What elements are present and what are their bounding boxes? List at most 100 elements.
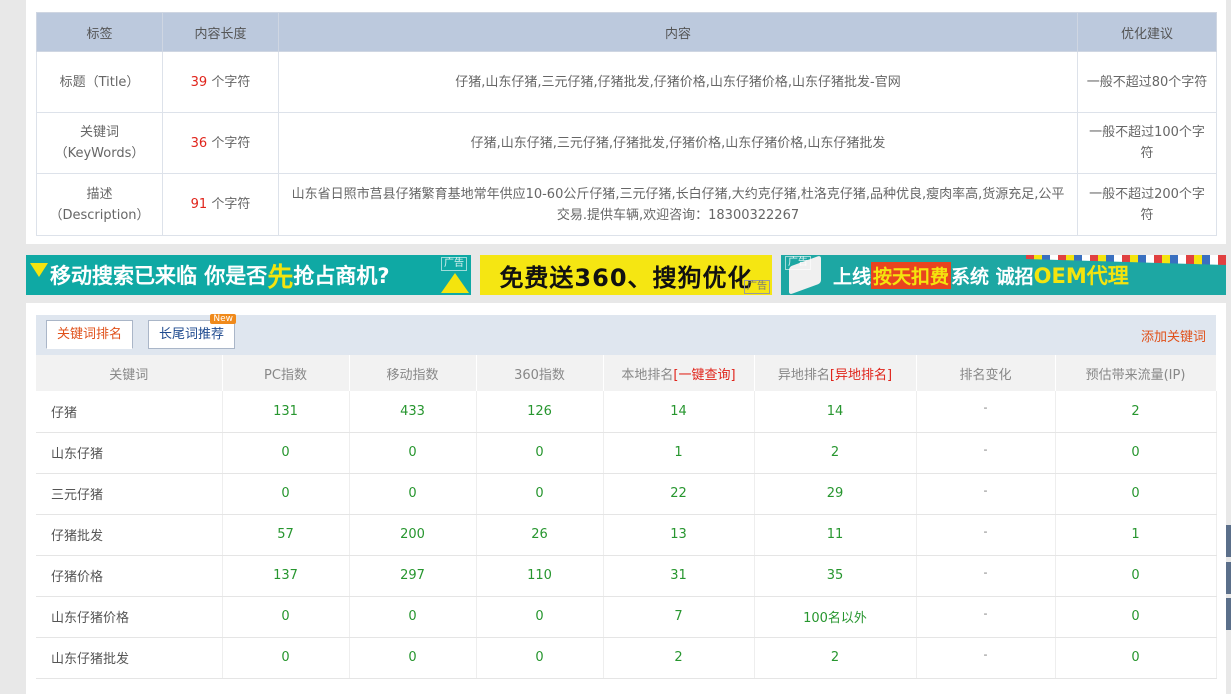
triangle-icon bbox=[441, 273, 469, 293]
meta-content: 仔猪,山东仔猪,三元仔猪,仔猪批发,仔猪价格,山东仔猪价格,山东仔猪批发 bbox=[278, 112, 1078, 174]
meta-length-value: 36 bbox=[190, 135, 208, 151]
meta-header-content: 内容 bbox=[278, 12, 1078, 52]
meta-row-title: 标题（Title） 39 个字符 仔猪,山东仔猪,三元仔猪,仔猪批发,仔猪价格,… bbox=[36, 51, 1217, 113]
side-float-tab[interactable] bbox=[1226, 525, 1231, 557]
meta-label: 关键词 （KeyWords） bbox=[36, 112, 163, 174]
cell-360: 110 bbox=[476, 555, 604, 597]
ad-tag: 广告 bbox=[785, 256, 811, 270]
cell-mobile: 0 bbox=[349, 596, 477, 638]
meta-label-text: 标题（Title） bbox=[59, 74, 140, 90]
cell-keyword: 仔猪 bbox=[36, 391, 223, 433]
side-float-tab[interactable] bbox=[1226, 598, 1231, 630]
ad-text-highlight: 按天扣费 bbox=[871, 261, 952, 289]
cell-local: 22 bbox=[603, 473, 755, 515]
cell-traffic: 0 bbox=[1055, 555, 1217, 597]
cell-mobile: 200 bbox=[349, 514, 477, 556]
meta-label-text: 描述 bbox=[86, 186, 113, 202]
cell-traffic: 0 bbox=[1055, 473, 1217, 515]
col-local-rank: 本地排名[一键查询] bbox=[603, 355, 755, 391]
meta-length-unit: 个字符 bbox=[211, 135, 251, 151]
cell-local: 14 bbox=[603, 391, 755, 433]
col-remote-rank-label: 异地排名 bbox=[777, 367, 830, 383]
tab-bar: 关键词排名 长尾词推荐 New 添加关键词 bbox=[36, 314, 1216, 355]
cell-change: - bbox=[916, 596, 1056, 638]
cell-remote: 35 bbox=[754, 555, 917, 597]
tab-label: 长尾词推荐 bbox=[159, 327, 225, 342]
table-row: 三元仔猪 0 0 0 22 29 - 0 bbox=[36, 473, 1217, 515]
cell-pc: 57 bbox=[222, 514, 350, 556]
tab-long-tail-keywords[interactable]: 长尾词推荐 New bbox=[148, 314, 237, 349]
side-float-tab[interactable] bbox=[1226, 562, 1231, 594]
cell-remote: 2 bbox=[754, 432, 917, 474]
tab-keyword-ranking[interactable]: 关键词排名 bbox=[46, 320, 134, 349]
cell-traffic: 1 bbox=[1055, 514, 1217, 556]
keyword-table: 关键词 PC指数 移动指数 360指数 本地排名[一键查询] 异地排名[异地排名… bbox=[36, 355, 1217, 679]
meta-label: 标题（Title） bbox=[36, 51, 163, 113]
cell-local: 31 bbox=[603, 555, 755, 597]
table-row: 山东仔猪批发 0 0 0 2 2 - 0 bbox=[36, 637, 1217, 679]
keyword-ranking-panel: 关键词排名 长尾词推荐 New 添加关键词 关键词 PC指数 移动指数 360指… bbox=[26, 303, 1226, 694]
ad-text-part: 抢占商机? bbox=[293, 264, 390, 288]
cell-remote: 14 bbox=[754, 391, 917, 433]
meta-length: 91 个字符 bbox=[162, 173, 279, 236]
new-badge: New bbox=[210, 314, 237, 324]
col-rank-change: 排名变化 bbox=[916, 355, 1056, 391]
cell-local: 1 bbox=[603, 432, 755, 474]
ad-banner-free-optimization[interactable]: 免费送360、搜狗优化 广告 bbox=[480, 255, 772, 295]
ad-text-part: 系统 诚招 bbox=[951, 265, 1034, 288]
col-remote-rank: 异地排名[异地排名] bbox=[754, 355, 917, 391]
cell-local: 13 bbox=[603, 514, 755, 556]
ad-banner-oem-agent[interactable]: 上线 按天扣费 系统 诚招 OEM代理 广告 bbox=[781, 255, 1226, 295]
cell-keyword: 山东仔猪批发 bbox=[36, 637, 223, 679]
cell-traffic: 0 bbox=[1055, 637, 1217, 679]
ad-banner-text: 上线 按天扣费 系统 诚招 OEM代理 bbox=[781, 255, 1226, 295]
col-local-rank-label: 本地排名 bbox=[621, 367, 674, 383]
ad-banner-text: 免费送360、搜狗优化 bbox=[499, 263, 753, 292]
cell-remote: 29 bbox=[754, 473, 917, 515]
meta-advice: 一般不超过80个字符 bbox=[1077, 51, 1217, 113]
cell-mobile: 0 bbox=[349, 637, 477, 679]
cell-change: - bbox=[916, 637, 1056, 679]
cell-360: 0 bbox=[476, 473, 604, 515]
meta-length-unit: 个字符 bbox=[211, 74, 251, 90]
cell-360: 0 bbox=[476, 596, 604, 638]
table-row: 山东仔猪 0 0 0 1 2 - 0 bbox=[36, 432, 1217, 474]
ad-banner-mobile-search[interactable]: 移动搜索已来临 你是否先抢占商机? 广告 bbox=[26, 255, 471, 295]
add-keyword-link[interactable]: 添加关键词 bbox=[1141, 326, 1206, 345]
seo-meta-panel: 标签 内容长度 内容 优化建议 标题（Title） 39 个字符 仔猪,山东仔猪… bbox=[26, 0, 1226, 244]
cell-360: 0 bbox=[476, 637, 604, 679]
meta-content: 山东省日照市莒县仔猪繁育基地常年供应10-60公斤仔猪,三元仔猪,长白仔猪,大约… bbox=[278, 173, 1078, 236]
cell-change: - bbox=[916, 514, 1056, 556]
cell-mobile: 433 bbox=[349, 391, 477, 433]
cell-pc: 0 bbox=[222, 473, 350, 515]
meta-row-description: 描述 （Description） 91 个字符 山东省日照市莒县仔猪繁育基地常年供… bbox=[36, 173, 1217, 236]
remote-rank-link[interactable]: [异地排名] bbox=[830, 368, 892, 383]
cell-local: 7 bbox=[603, 596, 755, 638]
one-click-query-link[interactable]: [一键查询] bbox=[673, 368, 735, 383]
meta-advice: 一般不超过100个字符 bbox=[1077, 112, 1217, 174]
meta-label-sub: （Description） bbox=[49, 207, 150, 223]
table-row: 仔猪批发 57 200 26 13 11 - 1 bbox=[36, 514, 1217, 556]
table-row: 仔猪价格 137 297 110 31 35 - 0 bbox=[36, 555, 1217, 597]
meta-label-sub: （KeyWords） bbox=[54, 146, 145, 161]
ad-text-part: 移动搜索已来临 你是否 bbox=[50, 264, 268, 288]
meta-row-keywords: 关键词 （KeyWords） 36 个字符 仔猪,山东仔猪,三元仔猪,仔猪批发,仔… bbox=[36, 112, 1217, 174]
ad-tag: 广告 bbox=[441, 257, 467, 271]
ad-tag: 广告 bbox=[744, 280, 770, 294]
meta-length: 36 个字符 bbox=[162, 112, 279, 174]
ad-banner-text: 移动搜索已来临 你是否先抢占商机? bbox=[26, 255, 471, 295]
meta-table: 标签 内容长度 内容 优化建议 标题（Title） 39 个字符 仔猪,山东仔猪… bbox=[36, 12, 1217, 236]
table-row: 仔猪 131 433 126 14 14 - 2 bbox=[36, 391, 1217, 433]
meta-length: 39 个字符 bbox=[162, 51, 279, 113]
cell-change: - bbox=[916, 473, 1056, 515]
cell-mobile: 0 bbox=[349, 473, 477, 515]
meta-label: 描述 （Description） bbox=[36, 173, 163, 236]
cell-keyword: 三元仔猪 bbox=[36, 473, 223, 515]
cell-traffic: 0 bbox=[1055, 432, 1217, 474]
cell-pc: 131 bbox=[222, 391, 350, 433]
cell-pc: 0 bbox=[222, 637, 350, 679]
meta-header-label: 标签 bbox=[36, 12, 163, 52]
ad-text-part: 上线 bbox=[833, 265, 872, 288]
col-mobile-index: 移动指数 bbox=[349, 355, 477, 391]
meta-length-unit: 个字符 bbox=[211, 197, 251, 212]
